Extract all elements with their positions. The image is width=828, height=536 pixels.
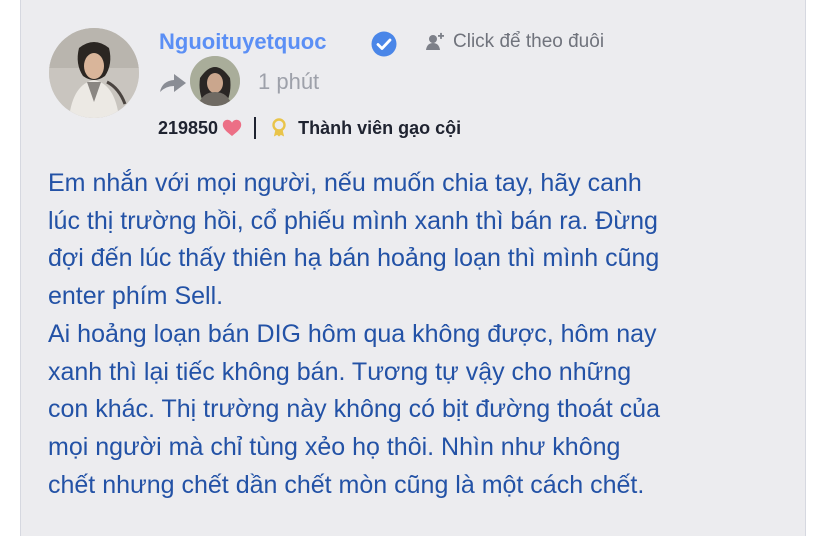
post-timestamp: 1 phút <box>258 69 320 94</box>
stats-divider <box>254 117 257 139</box>
author-points: 219850 <box>158 117 219 138</box>
add-user-icon <box>426 32 444 50</box>
verified-check-icon <box>371 31 397 57</box>
author-avatar-image <box>49 28 139 118</box>
post-body-text: Em nhắn với mọi người, nếu muốn chia tay… <box>48 169 660 499</box>
heart-icon <box>222 119 242 136</box>
author-avatar[interactable] <box>49 28 139 118</box>
share-arrow-icon <box>160 74 186 92</box>
author-name-link[interactable]: Nguoituyetquoc <box>159 28 326 56</box>
shared-user-avatar[interactable] <box>190 56 240 106</box>
author-stats: 219850 Thành viên gạo cội <box>158 114 461 142</box>
award-badge-icon <box>272 118 286 137</box>
shared-user-avatar-image <box>190 56 240 106</box>
follow-button[interactable]: Click để theo đuôi <box>423 29 604 55</box>
member-rank-label: Thành viên gạo cội <box>298 117 462 138</box>
post-card: Nguoituyetquoc Click để theo đuôi 1 phút… <box>20 0 806 536</box>
follow-label: Click để theo đuôi <box>453 31 605 52</box>
